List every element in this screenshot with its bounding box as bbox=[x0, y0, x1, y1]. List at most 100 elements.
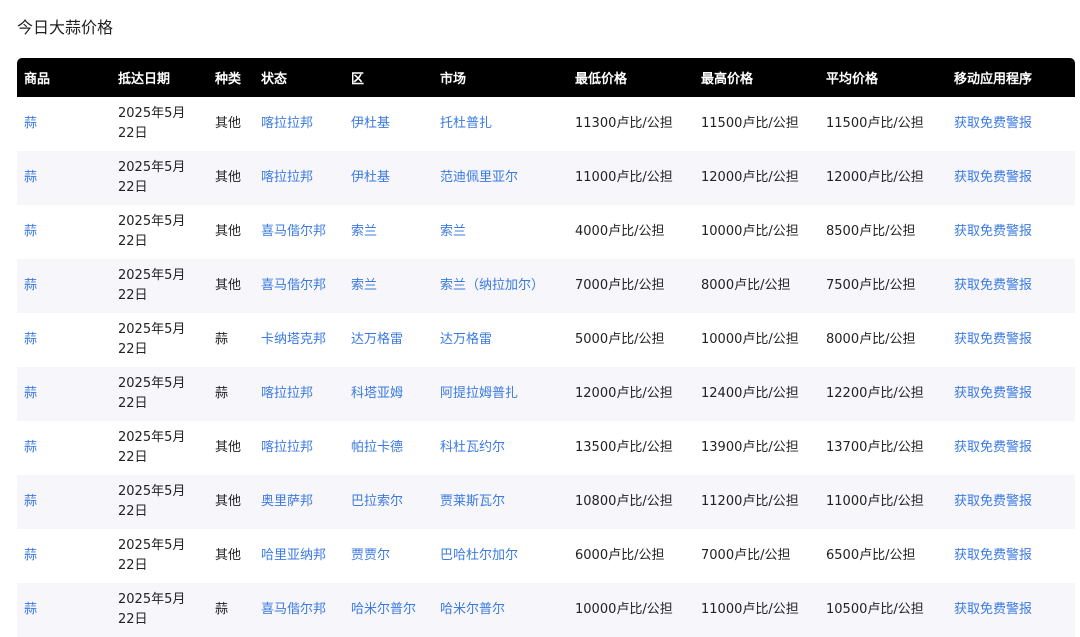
market-link[interactable]: 索兰 bbox=[440, 224, 466, 239]
arrival-date-text: 2025年5月22日 bbox=[118, 268, 186, 303]
arrival-date-text: 2025年5月22日 bbox=[118, 322, 186, 357]
commodity-link[interactable]: 蒜 bbox=[24, 332, 37, 347]
commodity-link[interactable]: 蒜 bbox=[24, 440, 37, 455]
state-link[interactable]: 奥里萨邦 bbox=[261, 494, 313, 509]
cell-state: 喀拉拉邦 bbox=[254, 97, 344, 151]
table-row: 蒜 2025年5月22日 其他 哈里亚纳邦 贾贾尔 巴哈杜尔加尔 6000卢比/公担 7000… bbox=[17, 529, 1075, 583]
cell-district: 伊杜基 bbox=[344, 151, 433, 205]
district-link[interactable]: 哈米尔普尔 bbox=[351, 602, 416, 617]
state-link[interactable]: 喜马偕尔邦 bbox=[261, 224, 326, 239]
market-link[interactable]: 范迪佩里亚尔 bbox=[440, 170, 518, 185]
district-link[interactable]: 达万格雷 bbox=[351, 332, 403, 347]
market-link[interactable]: 达万格雷 bbox=[440, 332, 492, 347]
get-free-alert-link[interactable]: 获取免费警报 bbox=[954, 602, 1032, 617]
commodity-link[interactable]: 蒜 bbox=[24, 548, 37, 563]
get-free-alert-link[interactable]: 获取免费警报 bbox=[954, 170, 1032, 185]
state-link[interactable]: 喀拉拉邦 bbox=[261, 386, 313, 401]
cell-state: 奥里萨邦 bbox=[254, 475, 344, 529]
avg-price-text: 11000卢比/公担 bbox=[826, 494, 924, 509]
commodity-link[interactable]: 蒜 bbox=[24, 386, 37, 401]
arrival-date-text: 2025年5月22日 bbox=[118, 484, 186, 519]
commodity-link[interactable]: 蒜 bbox=[24, 170, 37, 185]
district-link[interactable]: 巴拉索尔 bbox=[351, 494, 403, 509]
cell-arrival-date: 2025年5月22日 bbox=[111, 205, 208, 259]
district-link[interactable]: 贾贾尔 bbox=[351, 548, 390, 563]
header-district: 区 bbox=[351, 72, 365, 87]
get-free-alert-link[interactable]: 获取免费警报 bbox=[954, 278, 1032, 293]
variety-text: 其他 bbox=[215, 494, 242, 509]
cell-min-price: 6000卢比/公担 bbox=[568, 529, 694, 583]
cell-arrival-date: 2025年5月22日 bbox=[111, 367, 208, 421]
market-link[interactable]: 阿提拉姆普扎 bbox=[440, 386, 518, 401]
cell-commodity: 蒜 bbox=[17, 475, 111, 529]
cell-alert: 获取免费警报 bbox=[947, 421, 1075, 475]
cell-commodity: 蒜 bbox=[17, 151, 111, 205]
get-free-alert-link[interactable]: 获取免费警报 bbox=[954, 440, 1032, 455]
max-price-text: 12000卢比/公担 bbox=[701, 170, 799, 185]
get-free-alert-link[interactable]: 获取免费警报 bbox=[954, 224, 1032, 239]
commodity-link[interactable]: 蒜 bbox=[24, 116, 37, 131]
cell-state: 哈里亚纳邦 bbox=[254, 529, 344, 583]
header-mobile-app: 移动应用程序 bbox=[954, 72, 1033, 87]
cell-alert: 获取免费警报 bbox=[947, 475, 1075, 529]
variety-text: 其他 bbox=[215, 548, 242, 563]
cell-market: 范迪佩里亚尔 bbox=[433, 151, 568, 205]
market-link[interactable]: 巴哈杜尔加尔 bbox=[440, 548, 518, 563]
cell-arrival-date: 2025年5月22日 bbox=[111, 529, 208, 583]
cell-min-price: 11300卢比/公担 bbox=[568, 97, 694, 151]
cell-max-price: 11500卢比/公担 bbox=[694, 97, 819, 151]
cell-district: 帕拉卡德 bbox=[344, 421, 433, 475]
min-price-text: 10000卢比/公担 bbox=[575, 602, 673, 617]
cell-district: 索兰 bbox=[344, 205, 433, 259]
district-link[interactable]: 索兰 bbox=[351, 224, 377, 239]
commodity-link[interactable]: 蒜 bbox=[24, 224, 37, 239]
cell-alert: 获取免费警报 bbox=[947, 259, 1075, 313]
market-link[interactable]: 贾莱斯瓦尔 bbox=[440, 494, 505, 509]
district-link[interactable]: 帕拉卡德 bbox=[351, 440, 403, 455]
commodity-link[interactable]: 蒜 bbox=[24, 602, 37, 617]
cell-market: 巴哈杜尔加尔 bbox=[433, 529, 568, 583]
state-link[interactable]: 卡纳塔克邦 bbox=[261, 332, 326, 347]
district-link[interactable]: 伊杜基 bbox=[351, 116, 390, 131]
get-free-alert-link[interactable]: 获取免费警报 bbox=[954, 116, 1032, 131]
header-variety: 种类 bbox=[215, 72, 242, 87]
cell-variety: 其他 bbox=[208, 259, 254, 313]
district-link[interactable]: 索兰 bbox=[351, 278, 377, 293]
get-free-alert-link[interactable]: 获取免费警报 bbox=[954, 386, 1032, 401]
get-free-alert-link[interactable]: 获取免费警报 bbox=[954, 332, 1032, 347]
avg-price-text: 11500卢比/公担 bbox=[826, 116, 924, 131]
cell-max-price: 7000卢比/公担 bbox=[694, 529, 819, 583]
state-link[interactable]: 喀拉拉邦 bbox=[261, 170, 313, 185]
cell-commodity: 蒜 bbox=[17, 97, 111, 151]
state-link[interactable]: 喜马偕尔邦 bbox=[261, 278, 326, 293]
state-link[interactable]: 哈里亚纳邦 bbox=[261, 548, 326, 563]
market-link[interactable]: 索兰（纳拉加尔） bbox=[440, 278, 544, 293]
state-link[interactable]: 喀拉拉邦 bbox=[261, 440, 313, 455]
cell-commodity: 蒜 bbox=[17, 205, 111, 259]
cell-avg-price: 12000卢比/公担 bbox=[819, 151, 947, 205]
cell-state: 喜马偕尔邦 bbox=[254, 583, 344, 637]
cell-alert: 获取免费警报 bbox=[947, 97, 1075, 151]
state-link[interactable]: 喜马偕尔邦 bbox=[261, 602, 326, 617]
avg-price-text: 12200卢比/公担 bbox=[826, 386, 924, 401]
state-link[interactable]: 喀拉拉邦 bbox=[261, 116, 313, 131]
district-link[interactable]: 科塔亚姆 bbox=[351, 386, 403, 401]
market-link[interactable]: 科杜瓦约尔 bbox=[440, 440, 505, 455]
cell-max-price: 12400卢比/公担 bbox=[694, 367, 819, 421]
cell-state: 喀拉拉邦 bbox=[254, 421, 344, 475]
cell-district: 贾贾尔 bbox=[344, 529, 433, 583]
market-link[interactable]: 托杜普扎 bbox=[440, 116, 492, 131]
get-free-alert-link[interactable]: 获取免费警报 bbox=[954, 494, 1032, 509]
market-link[interactable]: 哈米尔普尔 bbox=[440, 602, 505, 617]
variety-text: 其他 bbox=[215, 116, 242, 131]
cell-district: 伊杜基 bbox=[344, 97, 433, 151]
cell-market: 托杜普扎 bbox=[433, 97, 568, 151]
commodity-link[interactable]: 蒜 bbox=[24, 494, 37, 509]
get-free-alert-link[interactable]: 获取免费警报 bbox=[954, 548, 1032, 563]
cell-min-price: 10000卢比/公担 bbox=[568, 583, 694, 637]
cell-market: 科杜瓦约尔 bbox=[433, 421, 568, 475]
commodity-link[interactable]: 蒜 bbox=[24, 278, 37, 293]
district-link[interactable]: 伊杜基 bbox=[351, 170, 390, 185]
cell-commodity: 蒜 bbox=[17, 259, 111, 313]
min-price-text: 7000卢比/公担 bbox=[575, 278, 665, 293]
